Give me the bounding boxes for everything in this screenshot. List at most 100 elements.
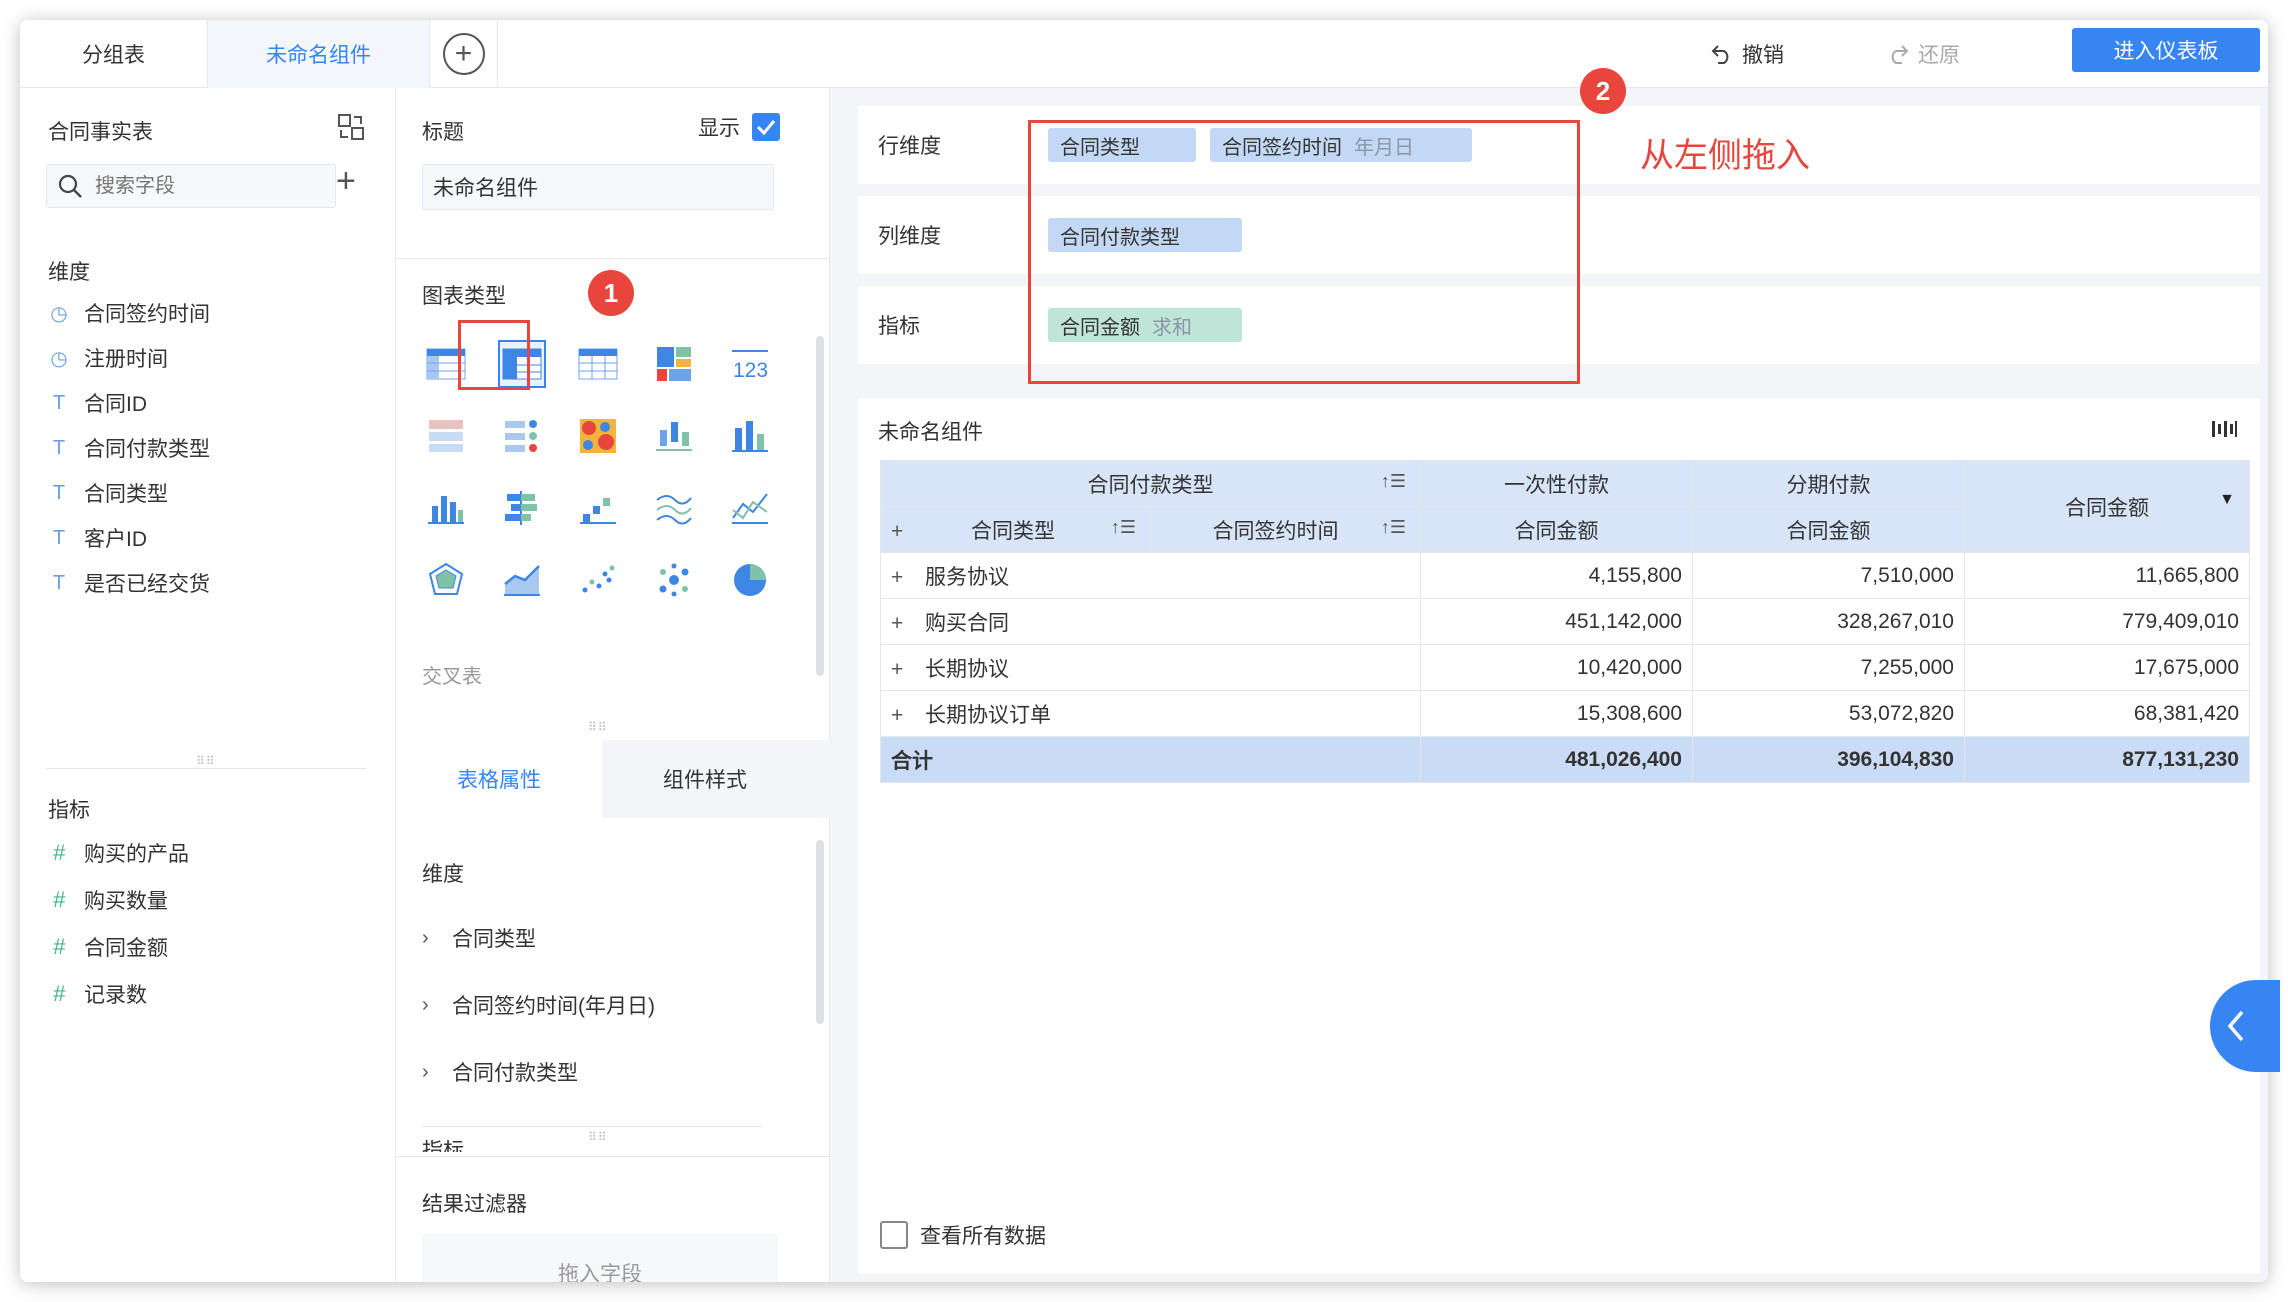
field-record-count[interactable]: # 记录数 — [48, 979, 147, 1009]
add-tab-button[interactable]: + — [430, 20, 498, 88]
column-dimension-label: 列维度 — [878, 225, 941, 248]
row-dimension-header[interactable]: + 合同类型 ↑☰ — [880, 506, 1151, 553]
expand-row-icon[interactable]: + — [891, 658, 925, 682]
field-contract-id[interactable]: T 合同ID — [48, 388, 147, 418]
tree-item-contract-type[interactable]: › 合同类型 — [422, 918, 536, 958]
sort-icon[interactable]: ↑☰ — [1381, 517, 1406, 538]
field-customer-id[interactable]: T 客户ID — [48, 523, 147, 553]
field-purchase-quantity[interactable]: # 购买数量 — [48, 885, 168, 915]
table-row: + 长期协议订单 15,308,600 53,072,820 68,381,420 — [880, 690, 2250, 737]
field-purchased-product[interactable]: # 购买的产品 — [48, 838, 189, 868]
line-chart-icon[interactable] — [650, 484, 698, 532]
redo-icon — [1891, 45, 1909, 64]
divider — [422, 1126, 762, 1127]
number-icon: # — [52, 887, 66, 912]
tab-unnamed-widget[interactable]: 未命名组件 — [208, 20, 430, 88]
pie-chart-icon[interactable] — [726, 556, 774, 604]
column-dimension-header[interactable]: 合同付款类型 ↑☰ — [880, 460, 1421, 507]
total-row: 合计 481,026,400 396,104,830 877,131,230 — [880, 736, 2250, 783]
column-chart-icon[interactable] — [422, 484, 470, 532]
tab-group-table[interactable]: 分组表 — [20, 20, 208, 88]
dropdown-arrow-icon[interactable]: ▼ — [2219, 491, 2235, 509]
column-value-header: 一次性付款 — [1420, 460, 1693, 507]
clock-icon: ◷ — [50, 347, 68, 370]
field-payment-type[interactable]: T 合同付款类型 — [48, 433, 210, 463]
treemap-chart-icon[interactable] — [650, 340, 698, 388]
chevron-right-icon: › — [422, 993, 429, 1016]
row-dimension-label: 行维度 — [878, 135, 941, 158]
title-input[interactable]: 未命名组件 — [422, 164, 774, 210]
heatmap-chart-icon[interactable] — [574, 412, 622, 460]
expand-all-icon[interactable]: + — [891, 520, 925, 544]
undo-icon — [1711, 45, 1729, 64]
widget-preview: 未命名组件 合同付款类型 ↑☰ 一次性付款 分期付款 合同金额 ▼ + 合同类型 ↑☰ … — [858, 398, 2260, 1274]
expand-row-icon[interactable]: + — [891, 612, 925, 636]
field-contract-type[interactable]: T 合同类型 — [48, 478, 168, 508]
redo-button[interactable]: 还原 — [1886, 20, 1960, 88]
panel-resize-handle[interactable]: ⠿⠿ — [588, 720, 608, 734]
row-dimension-header[interactable]: 合同签约时间 ↑☰ — [1150, 506, 1421, 553]
chart-type-scrollbar[interactable] — [816, 336, 824, 676]
field-search[interactable] — [46, 164, 336, 208]
detail-table-icon[interactable] — [574, 340, 622, 388]
tree-item-payment-type[interactable]: › 合同付款类型 — [422, 1052, 578, 1092]
text-type-icon: T — [52, 436, 66, 459]
annotation-drop-box — [1028, 120, 1580, 384]
view-all-data-toggle[interactable]: 查看所有数据 — [880, 1220, 1046, 1250]
panel-resize-handle[interactable]: ⠿⠿ — [588, 1130, 608, 1144]
bubble-chart-icon[interactable] — [650, 556, 698, 604]
panel-resize-handle[interactable]: ⠿⠿ — [196, 754, 216, 768]
multi-metric-icon[interactable] — [498, 412, 546, 460]
data-table-name: 合同事实表 — [48, 121, 153, 144]
switch-table-icon[interactable] — [336, 112, 366, 142]
show-title-toggle[interactable]: 显示 — [698, 112, 780, 142]
field-contract-sign-time[interactable]: ◷ 合同签约时间 — [48, 298, 210, 328]
annotation-hint-text: 从左侧拖入 — [1640, 137, 1810, 175]
text-type-icon: T — [52, 571, 66, 594]
filter-drop-zone[interactable]: 拖入字段 — [422, 1234, 778, 1282]
add-field-button[interactable]: + — [336, 162, 356, 201]
column-value-header: 分期付款 — [1692, 460, 1965, 507]
divider — [46, 768, 366, 769]
expand-row-icon[interactable]: + — [891, 566, 925, 590]
expand-row-icon[interactable]: + — [891, 704, 925, 728]
enter-dashboard-button[interactable]: 进入仪表板 — [2072, 28, 2260, 72]
undo-button[interactable]: 撤销 — [1710, 20, 1784, 88]
chevron-right-icon: › — [422, 926, 429, 949]
properties-scrollbar[interactable] — [816, 840, 824, 1024]
table-row: + 服务协议 4,155,800 7,510,000 11,665,800 — [880, 552, 2250, 599]
kpi-number-icon[interactable]: 123 — [726, 340, 774, 388]
dimension-section-label: 维度 — [48, 261, 90, 284]
divider — [396, 1156, 829, 1157]
sort-icon[interactable]: ↑☰ — [1381, 471, 1406, 492]
field-register-time[interactable]: ◷ 注册时间 — [48, 343, 168, 373]
tab-table-properties[interactable]: 表格属性 — [396, 740, 602, 818]
total-measure-header[interactable]: 合同金额 ▼ — [1964, 460, 2250, 553]
tree-item-sign-time[interactable]: › 合同签约时间(年月日) — [422, 985, 655, 1025]
checkbox-unchecked-icon[interactable] — [880, 1221, 908, 1249]
scatter-chart-icon[interactable] — [574, 556, 622, 604]
field-delivered[interactable]: T 是否已经交货 — [48, 568, 210, 598]
kpi-card-icon[interactable] — [422, 412, 470, 460]
number-icon: # — [52, 981, 66, 1006]
table-row: + 长期协议 10,420,000 7,255,000 17,675,000 — [880, 644, 2250, 691]
app-window: 分组表 未命名组件 + 撤销 还原 进入仪表板 合同事实表 + 维度 ◷合同签约… — [20, 20, 2268, 1282]
selected-chart-highlight — [458, 320, 530, 390]
stacked-bar-icon[interactable] — [726, 412, 774, 460]
field-contract-amount[interactable]: # 合同金额 — [48, 932, 168, 962]
range-bar-icon[interactable] — [650, 412, 698, 460]
combo-line-icon[interactable] — [726, 484, 774, 532]
bar-chart-icon[interactable] — [498, 484, 546, 532]
step-chart-icon[interactable] — [574, 484, 622, 532]
sort-icon[interactable]: ↑☰ — [1111, 517, 1136, 538]
number-icon: # — [52, 934, 66, 959]
measure-header: 合同金额 — [1692, 506, 1965, 553]
text-type-icon: T — [52, 526, 66, 549]
radar-chart-icon[interactable] — [422, 556, 470, 604]
area-chart-icon[interactable] — [498, 556, 546, 604]
tab-widget-style[interactable]: 组件样式 — [602, 740, 808, 818]
measure-partial-label: 指标 — [422, 1140, 464, 1152]
search-input[interactable] — [93, 173, 293, 199]
checkbox-checked-icon[interactable] — [752, 113, 780, 141]
widget-settings-icon[interactable] — [2210, 418, 2238, 440]
